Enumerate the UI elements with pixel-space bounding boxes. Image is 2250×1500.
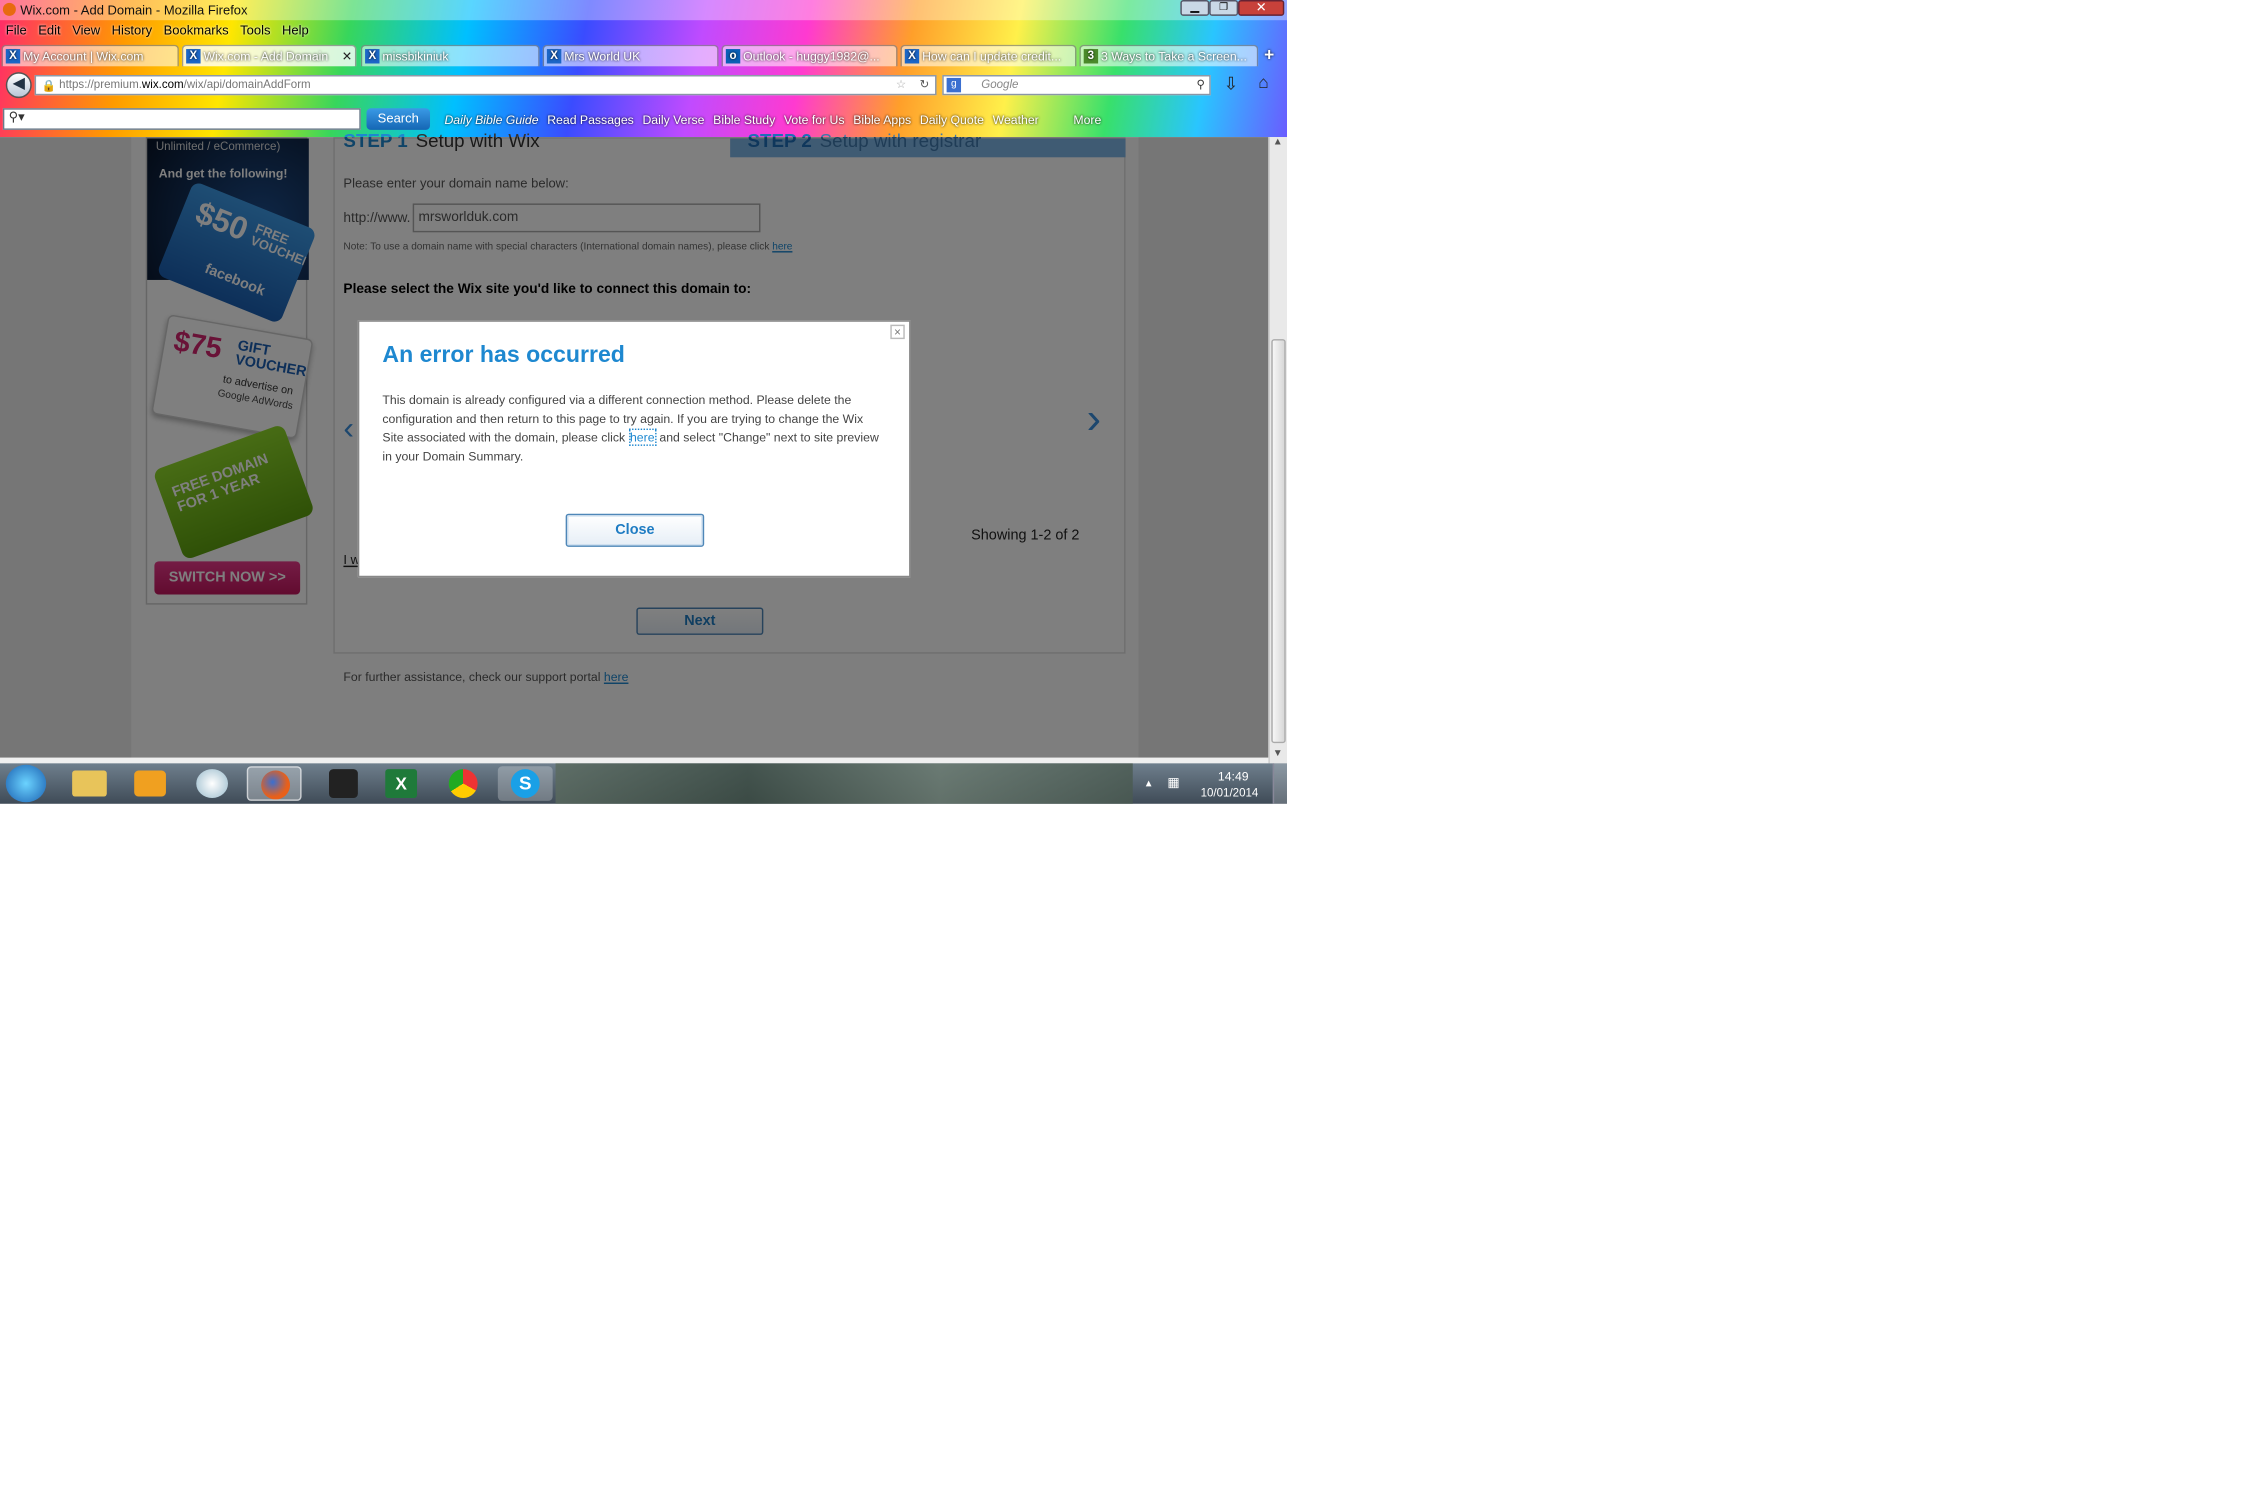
menu-file[interactable]: File [6, 23, 27, 37]
bookmark-more[interactable]: More [1073, 113, 1101, 127]
bookmark-daily-quote[interactable]: Daily Quote [920, 113, 984, 127]
home-icon[interactable]: ⌂ [1258, 72, 1268, 92]
explorer-icon[interactable] [72, 770, 107, 797]
taskbar-wallpaper [555, 763, 1133, 804]
tab-screenshot[interactable]: 33 Ways to Take a Screen... [1079, 44, 1259, 67]
magnifier-icon[interactable]: ⚲ [1196, 76, 1204, 93]
wix-icon: X [546, 49, 562, 64]
taskbar-skype-button[interactable]: S [497, 766, 553, 801]
menu-edit[interactable]: Edit [38, 23, 60, 37]
url-prefix: https://premium. [59, 77, 142, 91]
scroll-down-icon[interactable]: ▼ [1273, 749, 1283, 759]
close-window-button[interactable]: ✕ [1238, 0, 1285, 16]
scroll-up-icon[interactable]: ▲ [1273, 137, 1283, 147]
firefox-icon [2, 2, 16, 16]
dialog-message: This domain is already configured via a … [382, 391, 887, 466]
menu-help[interactable]: Help [282, 23, 309, 37]
tab-label: Wix.com - Add Domain [203, 49, 329, 64]
toolbar-search-button[interactable]: Search [366, 108, 431, 130]
url-path: /wix/api/domainAddForm [183, 77, 311, 91]
screen: Wix.com - Add Domain - Mozilla Firefox ▁… [0, 0, 1287, 804]
toolbar-search-input[interactable]: ⚲▾ [2, 108, 361, 130]
wix-icon: X [5, 49, 21, 64]
tab-missbikiniuk[interactable]: Xmissbikiniuk [360, 44, 540, 67]
dialog-title: An error has occurred [382, 343, 625, 368]
url-domain: wix.com [141, 77, 184, 91]
window-title: Wix.com - Add Domain - Mozilla Firefox [20, 2, 248, 18]
bookmarks-toolbar: Daily Bible Guide Read Passages Daily Ve… [444, 113, 1110, 127]
close-tab-icon[interactable]: ✕ [342, 46, 352, 66]
firefox-icon [261, 770, 291, 800]
minimize-button[interactable]: ▁ [1180, 0, 1210, 16]
paint-icon[interactable] [196, 769, 228, 798]
clock-date[interactable]: 10/01/2014 [1201, 786, 1259, 799]
tab-label: 3 Ways to Take a Screen... [1101, 49, 1247, 64]
menu-history[interactable]: History [112, 23, 152, 37]
search-placeholder: Google [981, 77, 1019, 91]
reload-icon[interactable]: ↻ [920, 76, 930, 93]
title-bar: Wix.com - Add Domain - Mozilla Firefox ▁… [0, 0, 1287, 21]
media-player-icon[interactable] [134, 770, 166, 797]
bookmark-daily-verse[interactable]: Daily Verse [642, 113, 704, 127]
back-arrow-icon[interactable]: ◀ [5, 72, 32, 99]
download-icon[interactable]: ⇩ [1224, 74, 1239, 94]
scaler: Wix.com - Add Domain - Mozilla Firefox ▁… [0, 0, 1287, 804]
tab-outlook[interactable]: o Outlook - huggy1982@... [721, 44, 898, 67]
show-desktop-button[interactable] [1272, 763, 1287, 804]
tray-network-icon[interactable]: ▦ [1167, 775, 1179, 791]
menu-bar: File Edit View History Bookmarks Tools H… [6, 23, 321, 37]
taskbar [0, 763, 1287, 804]
bookmark-weather[interactable]: Weather [993, 113, 1039, 127]
app-icon[interactable] [329, 769, 358, 798]
menu-bookmarks[interactable]: Bookmarks [164, 23, 229, 37]
google-icon: g [946, 77, 962, 93]
wikihow-icon: 3 [1083, 49, 1099, 64]
address-bar[interactable]: 🔒 https://premium.wix.com/wix/api/domain… [34, 75, 937, 96]
new-tab-button[interactable]: + [1264, 45, 1274, 65]
excel-icon[interactable]: X [385, 769, 418, 798]
scroll-thumb[interactable] [1271, 339, 1286, 744]
start-button-icon[interactable] [5, 764, 47, 803]
tab-label: How can I update credit... [922, 49, 1062, 64]
bookmark-star-icon[interactable]: ☆ [896, 76, 906, 93]
tab-update-credit[interactable]: X How can I update credit... [900, 44, 1077, 67]
tab-mrs-world-uk[interactable]: X Mrs World UK [542, 44, 719, 67]
chrome-icon[interactable] [448, 769, 478, 798]
restore-button[interactable]: ❐ [1209, 0, 1239, 16]
search-icon: ⚲▾ [8, 109, 25, 125]
taskbar-firefox-button[interactable] [246, 766, 302, 801]
dialog-close-button[interactable]: Close [565, 513, 705, 547]
lock-icon: 🔒 [41, 79, 57, 93]
clock-time[interactable]: 14:49 [1218, 769, 1249, 783]
bookmark-read-passages[interactable]: Read Passages [547, 113, 634, 127]
menu-tools[interactable]: Tools [240, 23, 270, 37]
skype-icon: S [510, 769, 540, 798]
vertical-scrollbar[interactable]: ▲ ▼ [1268, 137, 1287, 764]
dialog-close-icon[interactable]: × [890, 324, 905, 340]
bookmark-bible-apps[interactable]: Bible Apps [853, 113, 911, 127]
tab-my-account[interactable]: X My Account | Wix.com [1, 44, 179, 67]
tab-label: My Account | Wix.com [23, 49, 144, 64]
bookmark-bible-study[interactable]: Bible Study [713, 113, 775, 127]
bookmark-daily-bible-guide[interactable]: Daily Bible Guide [444, 113, 538, 127]
outlook-icon: o [725, 49, 741, 64]
wix-icon: X [365, 49, 380, 64]
tab-label: Mrs World UK [564, 49, 641, 64]
bookmark-vote-for-us[interactable]: Vote for Us [784, 113, 845, 127]
wix-icon: X [904, 49, 920, 64]
tab-label: missbikiniuk [382, 49, 449, 64]
wix-icon: X [186, 49, 201, 64]
search-engine-box[interactable]: g Google ⚲ [942, 75, 1211, 96]
dialog-here-link[interactable]: here [628, 428, 656, 446]
menu-view[interactable]: View [72, 23, 100, 37]
tray-arrow-icon[interactable]: ▴ [1146, 776, 1152, 789]
tab-label: Outlook - huggy1982@... [743, 49, 880, 64]
tab-add-domain[interactable]: X Wix.com - Add Domain ✕ [181, 44, 357, 67]
